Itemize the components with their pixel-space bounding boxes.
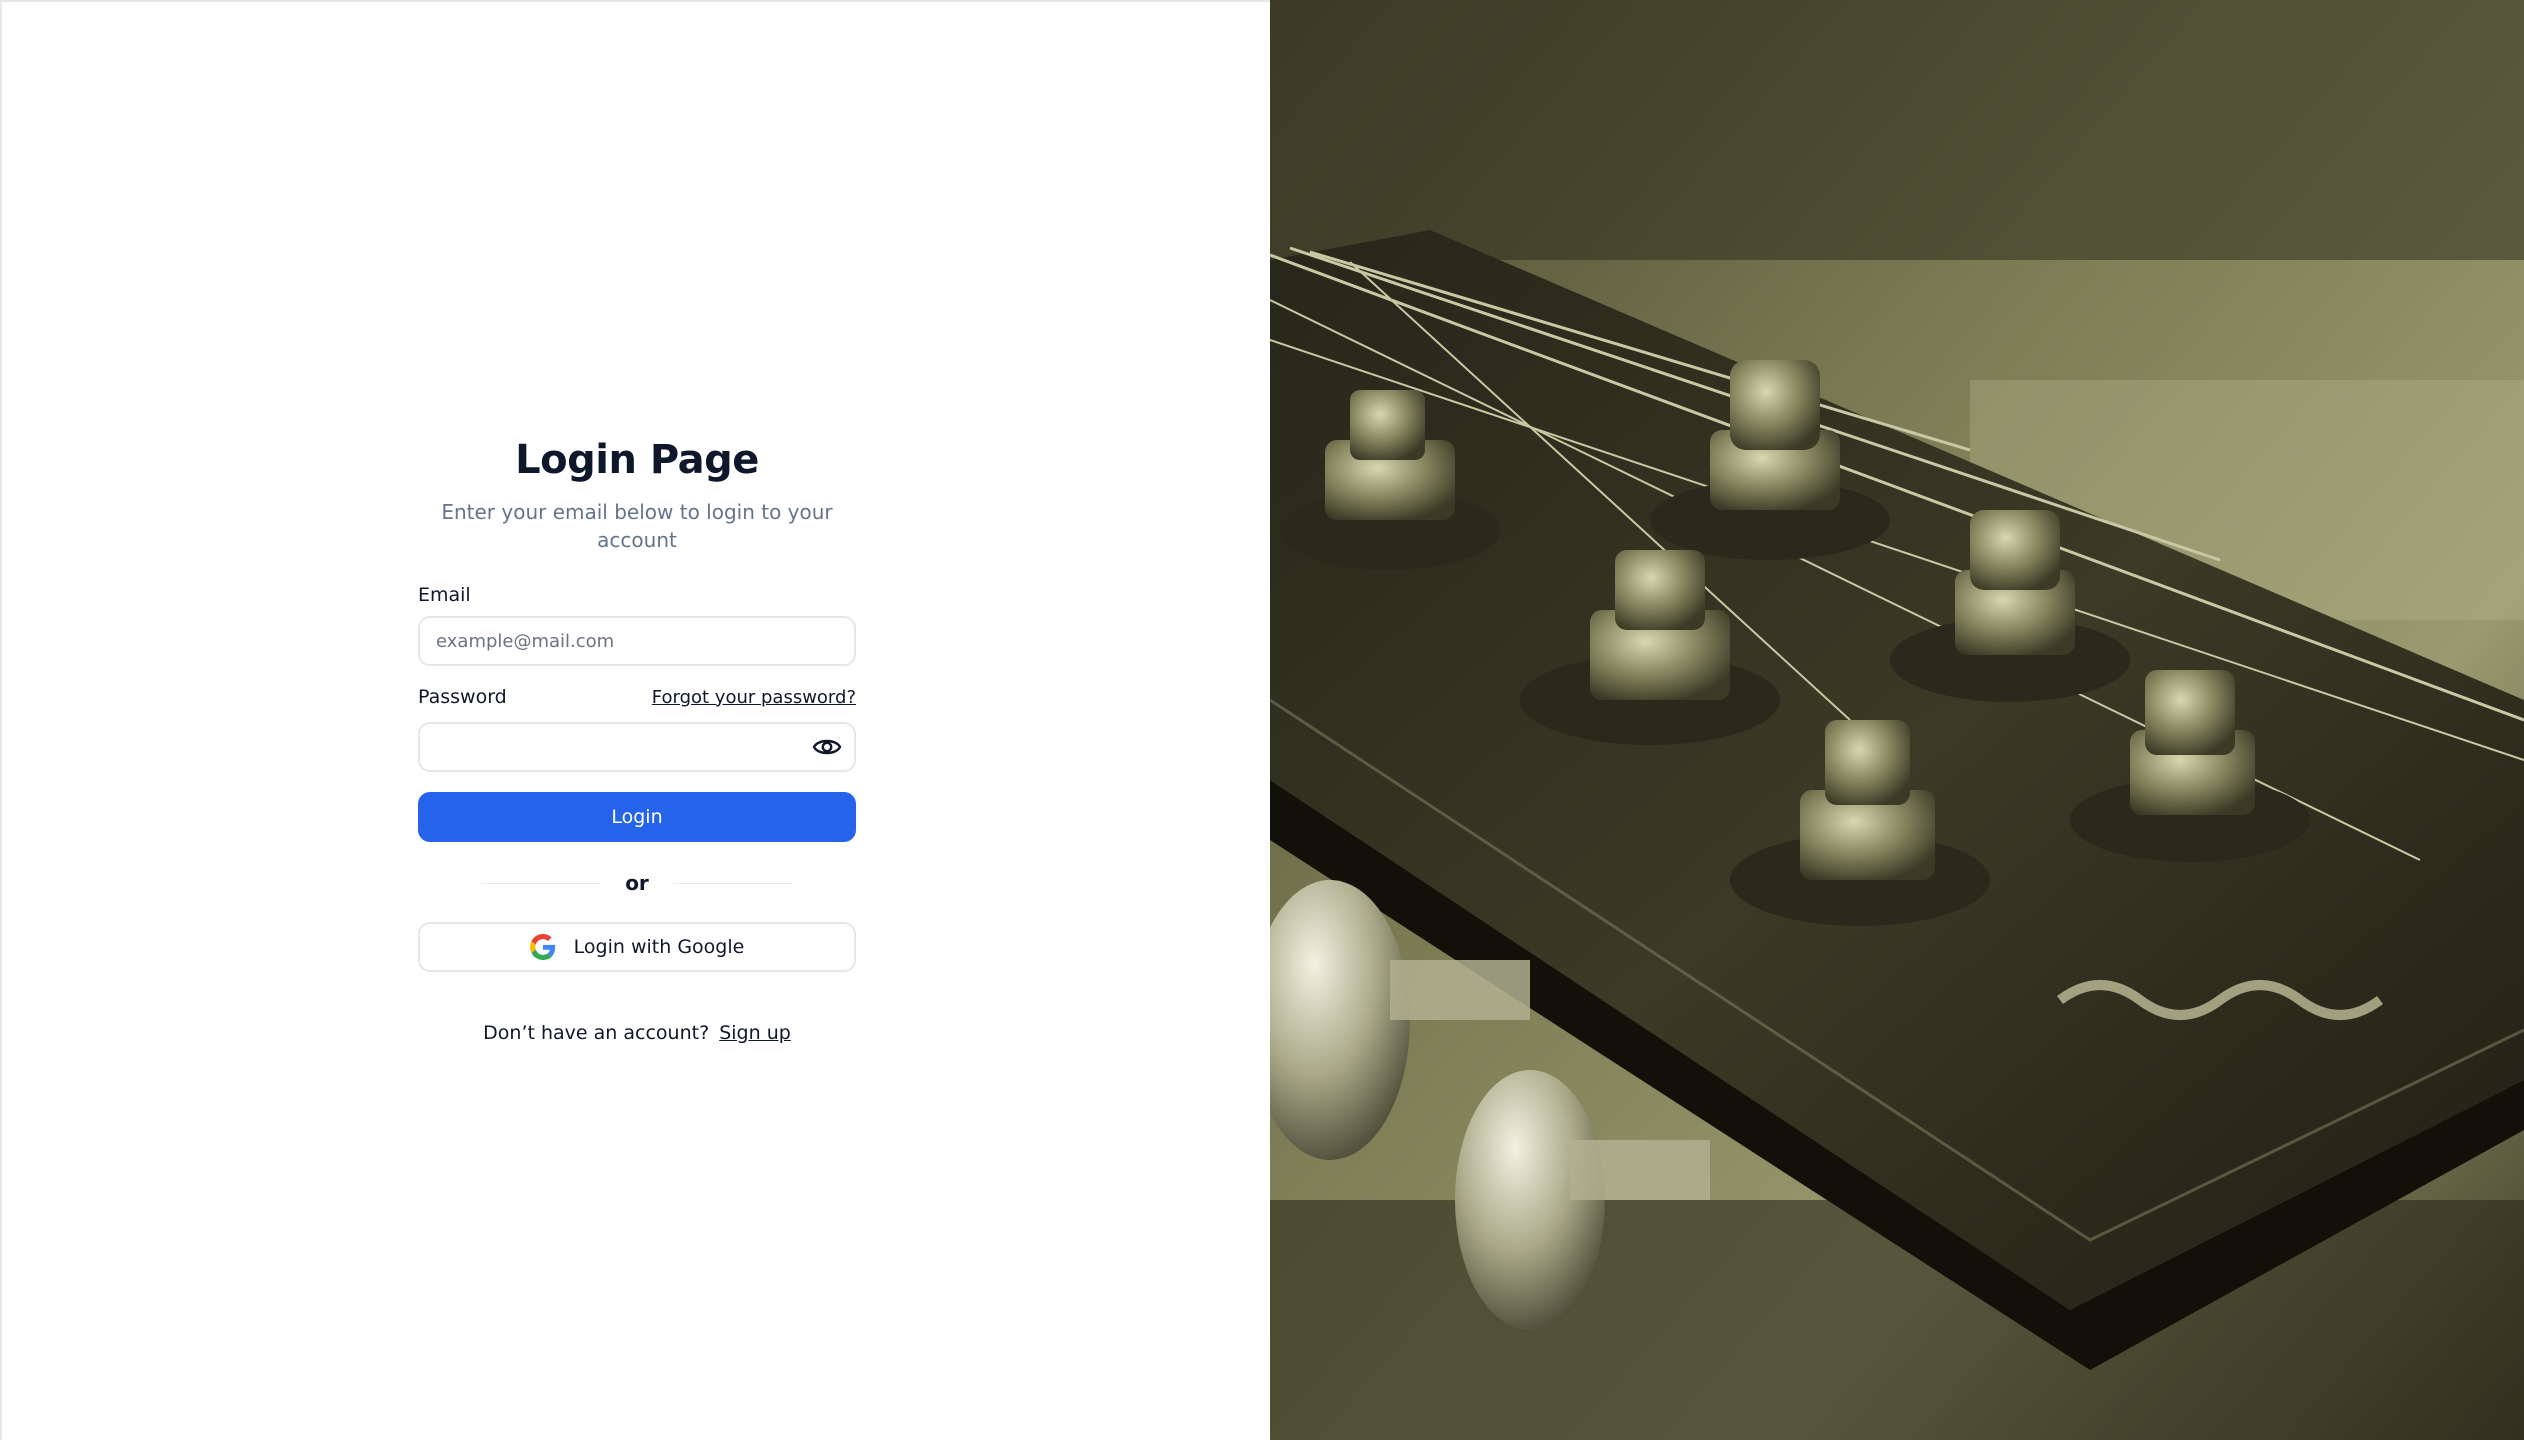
password-field[interactable]	[418, 722, 856, 772]
login-panel: Login Page Enter your email below to log…	[0, 0, 1270, 1440]
password-label-row: Password Forgot your password?	[418, 684, 856, 710]
page-title: Login Page	[515, 437, 759, 483]
guitar-headstock-image	[1270, 0, 2524, 1440]
signup-link[interactable]: Sign up	[719, 1022, 791, 1044]
eye-icon[interactable]	[812, 734, 842, 760]
email-label: Email	[418, 584, 471, 606]
google-login-button[interactable]: Login with Google	[418, 922, 856, 972]
google-button-label: Login with Google	[573, 936, 745, 958]
google-icon	[529, 934, 555, 960]
password-field-wrapper	[418, 722, 856, 772]
login-form: Login Page Enter your email below to log…	[418, 432, 856, 1044]
divider-text: or	[625, 871, 649, 895]
divider-line-left	[481, 882, 602, 884]
signup-prompt: Don’t have an account?	[483, 1022, 710, 1044]
forgot-password-link[interactable]: Forgot your password?	[652, 687, 856, 708]
login-page: Login Page Enter your email below to log…	[0, 0, 2524, 1440]
password-label: Password	[418, 686, 507, 708]
hero-image	[1270, 0, 2524, 1440]
signup-row: Don’t have an account? Sign up	[418, 1022, 856, 1044]
page-subtitle: Enter your email below to login to your …	[441, 500, 833, 552]
login-button[interactable]: Login	[418, 792, 856, 842]
divider-line-right	[672, 882, 793, 884]
email-field[interactable]	[418, 616, 856, 666]
or-divider: or	[418, 868, 856, 898]
